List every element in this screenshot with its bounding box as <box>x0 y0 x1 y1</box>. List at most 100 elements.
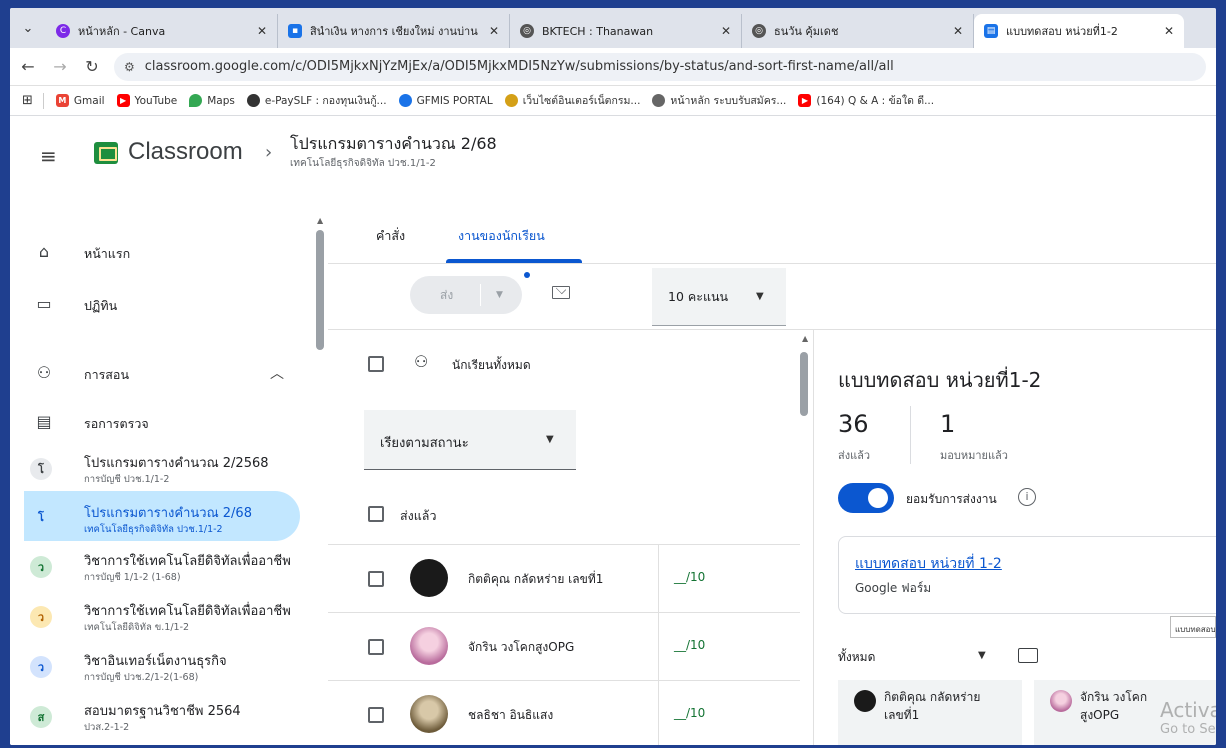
course-tabs: คำสั่ง งานของนักเรียน <box>328 208 1216 264</box>
list-scrollbar[interactable] <box>800 352 808 416</box>
site-settings-icon[interactable]: ⚙ <box>124 60 135 74</box>
youtube-icon: ▶ <box>116 94 130 107</box>
calendar-icon: ▭ <box>36 294 52 313</box>
forward-icon[interactable]: → <box>46 57 74 76</box>
assigned-label: มอบหมายแล้ว <box>940 449 1008 462</box>
grade-input[interactable]: __/10 <box>674 638 705 652</box>
main-content: คำสั่ง งานของนักเรียน ส่ง ▼ 10 คะแนน ▼ ▲… <box>328 208 1216 745</box>
sidebar-course-item[interactable]: ว วิชาอินเทอร์เน็ตงานธุรกิจ การบัญชี ปวช… <box>10 644 300 694</box>
grade-input[interactable]: __/10 <box>674 706 705 720</box>
sidebar-item-teaching[interactable]: ⚇ การสอน ︿ <box>10 353 300 393</box>
apps-icon[interactable]: ⊞ <box>22 93 33 108</box>
info-icon[interactable]: i <box>1018 488 1036 506</box>
sidebar-scrollbar[interactable] <box>316 230 324 350</box>
table-row[interactable]: กิตติคุณ กลัดหร่าย เลขที่1 __/10 <box>328 544 800 613</box>
bookmark-internet[interactable]: เว็บไซต์อินเตอร์เน็ตกรม... <box>504 92 640 109</box>
bookmarks-bar: ⊞ M Gmail ▶ YouTube Maps e-PaySLF : กองทุน… <box>10 86 1216 116</box>
sidebar-item-to-review[interactable]: ▤ รอการตรวจ <box>10 402 300 442</box>
table-row[interactable]: จักริน วงโคกสูงOPG __/10 <box>328 612 800 681</box>
bookmark-maps[interactable]: Maps <box>189 94 235 107</box>
close-icon[interactable]: ✕ <box>257 24 267 38</box>
course-avatar: ว <box>30 556 52 578</box>
gfmis-icon <box>398 94 412 107</box>
submitted-count: 36 <box>838 410 869 438</box>
row-checkbox[interactable] <box>368 707 384 723</box>
browser-tab[interactable]: ◎ BKTECH : Thanawan ✕ <box>510 14 742 48</box>
divider <box>658 681 659 745</box>
review-icon: ▤ <box>36 412 52 431</box>
send-button[interactable]: ส่ง ▼ <box>410 276 522 314</box>
browser-tab-active[interactable]: ▤ แบบทดสอบ หน่วยที่1-2 ✕ <box>974 14 1184 48</box>
bookmark-youtube[interactable]: ▶ YouTube <box>116 94 177 107</box>
filter-label[interactable]: ทั้งหมด <box>838 648 875 667</box>
divider <box>910 406 911 464</box>
course-avatar: ส <box>30 706 52 728</box>
caret-down-icon[interactable]: ▼ <box>496 290 503 300</box>
sidebar-course-item-active[interactable]: โ โปรแกรมตารางคำนวณ 2/68 เทคโนโลยีธุรกิจ… <box>10 494 300 544</box>
sidebar-item-home[interactable]: ⌂ หน้าแรก <box>10 232 300 272</box>
course-title[interactable]: โปรแกรมตารางคำนวณ 2/68 <box>290 132 497 157</box>
back-icon[interactable]: ← <box>14 57 42 76</box>
scroll-up-icon[interactable]: ▲ <box>317 216 323 225</box>
caret-down-icon: ▼ <box>756 291 764 302</box>
grade-input[interactable]: __/10 <box>674 570 705 584</box>
tab-search-icon[interactable]: ⌄ <box>10 8 46 48</box>
bookmark-qa[interactable]: ▶ (164) Q & A : ข้อใด ดี... <box>798 92 934 109</box>
sidebar-course-item[interactable]: ว วิชาการใช้เทคโนโลยีดิจิทัลเพื่ออาชีพ เ… <box>10 594 300 644</box>
app-name[interactable]: Classroom <box>128 138 243 166</box>
classroom-logo[interactable] <box>94 142 118 164</box>
bookmark-gmail[interactable]: M Gmail <box>55 94 105 107</box>
bookmark-epayslf[interactable]: e-PaySLF : กองทุนเงินกู้... <box>246 92 387 109</box>
canva-icon: C <box>56 24 70 38</box>
row-checkbox[interactable] <box>368 571 384 587</box>
activate-watermark: Activate <box>1160 698 1216 722</box>
accept-submissions-toggle[interactable] <box>838 483 894 513</box>
menu-icon[interactable]: ≡ <box>40 144 57 168</box>
bookmark-gfmis[interactable]: GFMIS PORTAL <box>398 94 493 107</box>
sidebar-item-calendar[interactable]: ▭ ปฏิทิน <box>10 284 300 324</box>
points-select[interactable]: 10 คะแนน ▼ <box>652 268 786 326</box>
url-input[interactable]: ⚙ classroom.google.com/c/ODI5MjkxNjYzMjE… <box>114 52 1206 81</box>
course-avatar: โ <box>30 506 52 528</box>
chevron-right-icon: › <box>265 142 273 163</box>
assignment-detail: แบบทดสอบ หน่วยที่1-2 36 ส่งแล้ว 1 มอบหมา… <box>814 330 1216 745</box>
form-attachment-card[interactable]: แบบทดสอบ หน่วยที่ 1-2 Google ฟอร์ม <box>838 536 1216 614</box>
select-all-checkbox[interactable] <box>368 356 384 372</box>
course-subtitle: เทคโนโลยีธุรกิจดิจิทัล ปวช.1/1-2 <box>290 158 436 169</box>
maps-pin-icon <box>189 94 203 107</box>
youtube-icon: ▶ <box>798 94 812 107</box>
sidebar-course-item[interactable]: ส สอบมาตรฐานวิชาชีพ 2564 ปวส.2-1-2 <box>10 694 300 744</box>
tab-instructions[interactable]: คำสั่ง <box>376 226 405 246</box>
url-text: classroom.google.com/c/ODI5MjkxNjYzMjEx/… <box>144 59 894 74</box>
sidebar-course-item[interactable]: โ โปรแกรมตารางคำนวณ 2/2568 การบัญชี ปวช.… <box>10 444 300 494</box>
reload-icon[interactable]: ↻ <box>78 57 106 76</box>
notification-dot <box>524 272 530 278</box>
close-icon[interactable]: ✕ <box>489 24 499 38</box>
tab-student-work[interactable]: งานของนักเรียน <box>458 226 545 246</box>
browser-tab[interactable]: C หน้าหลัก - Canva ✕ <box>46 14 278 48</box>
bookmark-admission[interactable]: หน้าหลัก ระบบรับสมัคร... <box>652 92 786 109</box>
sidebar-course-item[interactable]: ว วิชาการใช้เทคโนโลยีดิจิทัลเพื่ออาชีพ ก… <box>10 544 300 594</box>
row-checkbox[interactable] <box>368 639 384 655</box>
forms-icon: ▤ <box>984 24 998 38</box>
form-link[interactable]: แบบทดสอบ หน่วยที่ 1-2 <box>855 553 1002 575</box>
caret-down-icon[interactable]: ▼ <box>978 650 986 661</box>
browser-tab[interactable]: ◎ ธนวัน คุ้มเดช ✕ <box>742 14 974 48</box>
chat-icon: ▪ <box>288 24 302 38</box>
browser-tab[interactable]: ▪ สินำเงิน หางการ เชียงใหม่ งานบ่าน ✕ <box>278 14 510 48</box>
chevron-up-icon[interactable]: ︿ <box>270 363 284 383</box>
close-icon[interactable]: ✕ <box>721 24 731 38</box>
submission-card[interactable]: กิตติคุณ กลัดหร่าย เลขที่1 <box>838 680 1022 745</box>
logo-icon <box>652 94 666 107</box>
table-row[interactable]: ชลธิชา อินธิแสง __/10 <box>328 680 800 745</box>
section-checkbox[interactable] <box>368 506 384 522</box>
sort-select[interactable]: เรียงตามสถานะ ▼ <box>364 410 576 470</box>
address-bar: ← → ↻ ⚙ classroom.google.com/c/ODI5MjkxN… <box>10 48 1216 86</box>
close-icon[interactable]: ✕ <box>953 24 963 38</box>
folder-icon[interactable] <box>1018 648 1038 663</box>
avatar <box>410 559 448 597</box>
email-icon[interactable] <box>552 286 570 299</box>
scroll-up-icon[interactable]: ▲ <box>802 334 808 343</box>
close-icon[interactable]: ✕ <box>1164 24 1174 38</box>
tab-strip: ⌄ C หน้าหลัก - Canva ✕ ▪ สินำเงิน หางการ… <box>10 8 1216 48</box>
